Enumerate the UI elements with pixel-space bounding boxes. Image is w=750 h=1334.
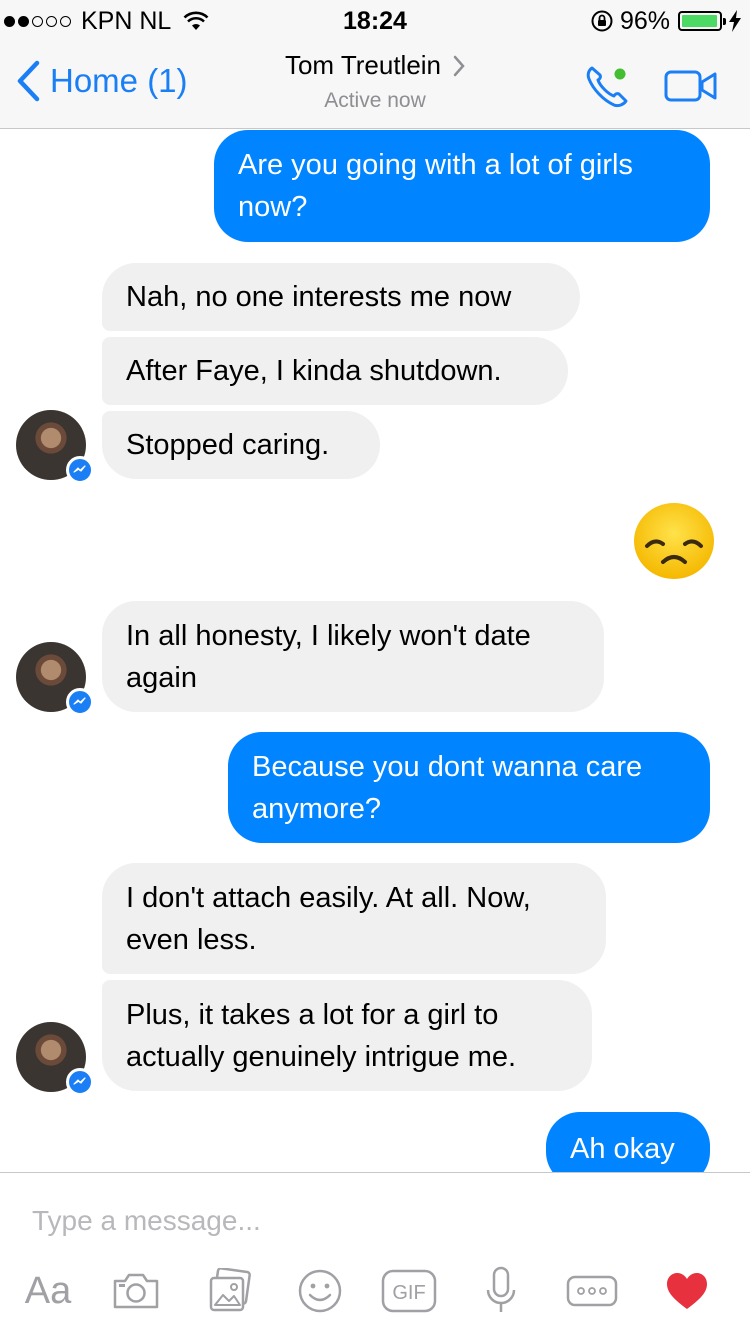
smiley-icon bbox=[298, 1269, 342, 1313]
conversation-header: Home (1) Tom Treutlein Active now bbox=[0, 40, 750, 129]
voice-clip-button[interactable] bbox=[476, 1263, 526, 1319]
voice-call-button[interactable] bbox=[584, 62, 632, 115]
disappointed-face-emoji[interactable] bbox=[633, 502, 715, 580]
message-text: Because you dont wanna care anymore? bbox=[252, 750, 643, 825]
presence-status: Active now bbox=[324, 89, 426, 112]
message-bubble-incoming[interactable]: Plus, it takes a lot for a girl to actua… bbox=[102, 980, 592, 1091]
gif-icon: GIF bbox=[381, 1269, 437, 1313]
message-thread[interactable]: Are you going with a lot of girls now? N… bbox=[0, 130, 750, 1172]
text-format-label: Aa bbox=[24, 1269, 72, 1312]
message-bubble-incoming[interactable]: I don't attach easily. At all. Now, even… bbox=[102, 863, 606, 974]
message-text: Nah, no one interests me now bbox=[126, 281, 512, 313]
more-icon bbox=[566, 1275, 618, 1307]
photo-gallery-icon bbox=[209, 1268, 251, 1312]
message-composer: Aa bbox=[0, 1172, 750, 1334]
message-text: Stopped caring. bbox=[126, 429, 330, 461]
message-bubble-outgoing[interactable]: Ah okay bbox=[546, 1112, 710, 1172]
like-button[interactable] bbox=[660, 1263, 714, 1319]
message-bubble-incoming[interactable]: In all honesty, I likely won't date agai… bbox=[102, 601, 604, 712]
message-bubble-incoming[interactable]: Nah, no one interests me now bbox=[102, 263, 580, 331]
message-bubble-outgoing[interactable]: Because you dont wanna care anymore? bbox=[228, 732, 710, 843]
phone-icon bbox=[586, 66, 628, 108]
message-text: In all honesty, I likely won't date agai… bbox=[126, 619, 531, 694]
message-input[interactable] bbox=[32, 1201, 712, 1241]
chevron-right-icon bbox=[453, 55, 465, 76]
online-dot-icon bbox=[614, 68, 626, 80]
battery-percentage: 96% bbox=[619, 6, 670, 35]
message-bubble-incoming[interactable]: Stopped caring. bbox=[102, 411, 380, 479]
messenger-badge-icon bbox=[66, 688, 94, 716]
status-bar: KPN NL 18:24 96% bbox=[0, 0, 750, 40]
camera-icon bbox=[113, 1273, 159, 1309]
disappointed-face-icon bbox=[634, 503, 714, 579]
gif-button[interactable]: GIF bbox=[380, 1263, 438, 1319]
contact-title[interactable]: Tom Treutlein Active now bbox=[0, 50, 750, 113]
composer-toolbar: Aa GIF bbox=[0, 1263, 750, 1319]
contact-name: Tom Treutlein bbox=[284, 50, 442, 80]
status-indicators: 96% bbox=[590, 6, 742, 36]
message-text: Ah okay bbox=[570, 1133, 675, 1165]
sticker-button[interactable] bbox=[294, 1263, 346, 1319]
message-text: I don't attach easily. At all. Now, even… bbox=[126, 881, 531, 956]
charging-bolt-icon bbox=[729, 10, 741, 32]
orientation-lock-icon bbox=[591, 10, 613, 32]
messenger-badge-icon bbox=[66, 1068, 94, 1096]
text-format-button[interactable]: Aa bbox=[20, 1263, 76, 1319]
message-bubble-incoming[interactable]: After Faye, I kinda shutdown. bbox=[102, 337, 568, 405]
battery-icon bbox=[678, 11, 726, 31]
heart-icon bbox=[667, 1273, 707, 1309]
battery-fill bbox=[682, 15, 717, 27]
video-camera-icon bbox=[664, 70, 717, 102]
message-text: Are you going with a lot of girls now? bbox=[238, 149, 633, 223]
message-bubble-outgoing[interactable]: Are you going with a lot of girls now? bbox=[214, 130, 710, 242]
messenger-badge-icon bbox=[66, 456, 94, 484]
camera-button[interactable] bbox=[108, 1263, 164, 1319]
photo-gallery-button[interactable] bbox=[202, 1263, 258, 1319]
microphone-icon bbox=[486, 1266, 516, 1312]
message-text: Plus, it takes a lot for a girl to actua… bbox=[126, 998, 517, 1073]
contact-avatar[interactable] bbox=[16, 642, 94, 716]
contact-avatar[interactable] bbox=[16, 1022, 94, 1096]
svg-text:GIF: GIF bbox=[392, 1282, 425, 1304]
contact-avatar[interactable] bbox=[16, 410, 94, 484]
video-call-button[interactable] bbox=[664, 70, 718, 107]
more-button[interactable] bbox=[564, 1263, 620, 1319]
message-text: After Faye, I kinda shutdown. bbox=[126, 355, 502, 387]
